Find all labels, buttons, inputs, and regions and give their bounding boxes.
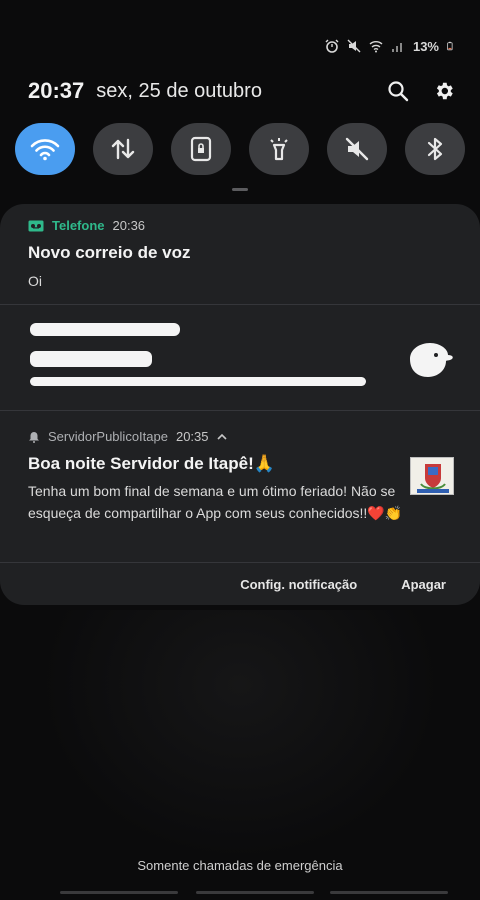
mobile-data-toggle[interactable] [93,123,153,175]
battery-percent: 13% [412,38,439,54]
notification-title: Boa noite Servidor de Itapê!🙏 [28,454,275,473]
redaction-mark [30,323,180,336]
notification-thumbnail [410,457,454,495]
notification-settings-button[interactable]: Config. notificação [240,577,357,592]
quick-settings-row [15,123,465,175]
voicemail-icon [28,220,44,231]
emergency-calls-label: Somente chamadas de emergência [137,858,343,873]
screen-lock-toggle[interactable] [171,123,231,175]
wifi-toggle[interactable] [15,123,75,175]
alarm-icon [325,39,339,53]
bluetooth-icon [427,137,443,161]
flashlight-icon [270,138,288,161]
gear-icon [436,82,453,100]
search-button[interactable] [386,79,410,103]
redacted-notification[interactable] [0,304,480,410]
date-label: sex, 25 de outubro [96,79,262,102]
redaction-mark [30,377,366,386]
notification-body: Oi [28,273,42,289]
settings-button[interactable] [432,79,456,103]
redaction-mark [30,351,152,367]
flashlight-toggle[interactable] [249,123,309,175]
notification-body: Tenha um bom final de semana e um ótimo … [28,483,403,521]
contact-avatar [410,343,453,377]
voicemail-notification[interactable]: Telefone 20:36 Novo correio de voz Oi [0,204,480,304]
chevron-up-icon[interactable] [216,433,227,441]
wifi-icon [369,41,383,53]
bluetooth-toggle[interactable] [405,123,465,175]
clear-all-button[interactable]: Apagar [401,577,446,592]
app-name: Telefone [52,218,105,233]
status-bar: 13% [325,36,456,56]
notification-actions: Config. notificação Apagar [0,562,480,605]
battery-icon [447,41,453,51]
sound-toggle[interactable] [327,123,387,175]
signal-icon [391,43,402,52]
app-name: ServidorPublicoItape [48,429,168,444]
notification-title: Novo correio de voz [28,243,191,262]
screen-lock-icon [190,136,212,162]
mute-icon [347,39,361,53]
data-transfer-icon [111,138,135,160]
mute-icon [345,137,369,161]
nav-home[interactable] [196,891,314,894]
clock: 20:37 [28,78,85,103]
panel-drag-handle[interactable] [232,188,248,191]
nav-back[interactable] [330,891,448,894]
lockscreen-background [40,610,440,860]
bell-icon [29,431,39,443]
notification-panel: Telefone 20:36 Novo correio de voz Oi Se… [0,204,480,605]
coat-of-arms-icon [411,458,453,494]
search-icon [388,81,409,102]
panel-header: 20:37 sex, 25 de outubro [28,74,456,108]
nav-recents[interactable] [60,891,178,894]
notification-time: 20:35 [175,429,209,444]
app-notification[interactable]: ServidorPublicoItape 20:35 Boa noite Ser… [0,410,480,562]
notification-time: 20:36 [112,218,146,233]
wifi-icon [30,139,60,161]
navigation-bar [0,891,480,895]
